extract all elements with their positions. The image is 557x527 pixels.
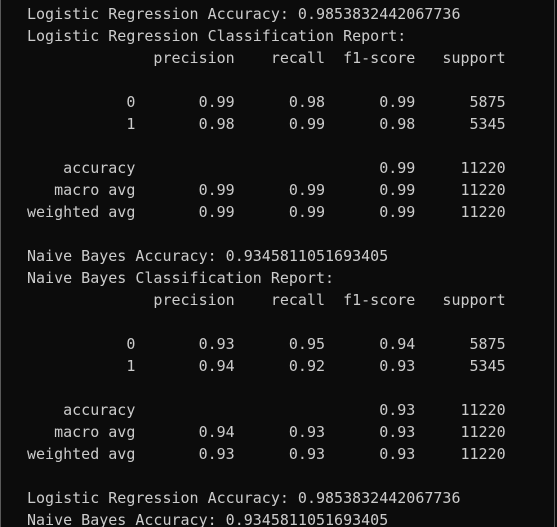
terminal-window[interactable]: Logistic Regression Accuracy: 0.98538324… (0, 0, 555, 527)
output-line: Logistic Regression Classification Repor… (27, 27, 407, 45)
report-header-line: precision recall f1-score support (27, 291, 506, 309)
report-row: weighted avg 0.93 0.93 0.93 11220 (27, 445, 506, 463)
report-row: accuracy 0.93 11220 (27, 401, 506, 419)
report-row: macro avg 0.99 0.99 0.99 11220 (27, 181, 506, 199)
report-row: 1 0.98 0.99 0.98 5345 (27, 115, 506, 133)
report-row: weighted avg 0.99 0.99 0.99 11220 (27, 203, 506, 221)
output-line: Logistic Regression Accuracy: 0.98538324… (27, 489, 461, 507)
report-row: macro avg 0.94 0.93 0.93 11220 (27, 423, 506, 441)
output-line: Naive Bayes Accuracy: 0.9345811051693405 (27, 511, 389, 527)
report-row: accuracy 0.99 11220 (27, 159, 506, 177)
terminal-output: Logistic Regression Accuracy: 0.98538324… (27, 3, 506, 527)
report-header-line: precision recall f1-score support (27, 49, 506, 67)
output-line: Naive Bayes Accuracy: 0.9345811051693405 (27, 247, 389, 265)
output-line: Logistic Regression Accuracy: 0.98538324… (27, 5, 461, 23)
output-line: Naive Bayes Classification Report: (27, 269, 335, 287)
report-row: 0 0.93 0.95 0.94 5875 (27, 335, 506, 353)
report-row: 1 0.94 0.92 0.93 5345 (27, 357, 506, 375)
report-row: 0 0.99 0.98 0.99 5875 (27, 93, 506, 111)
